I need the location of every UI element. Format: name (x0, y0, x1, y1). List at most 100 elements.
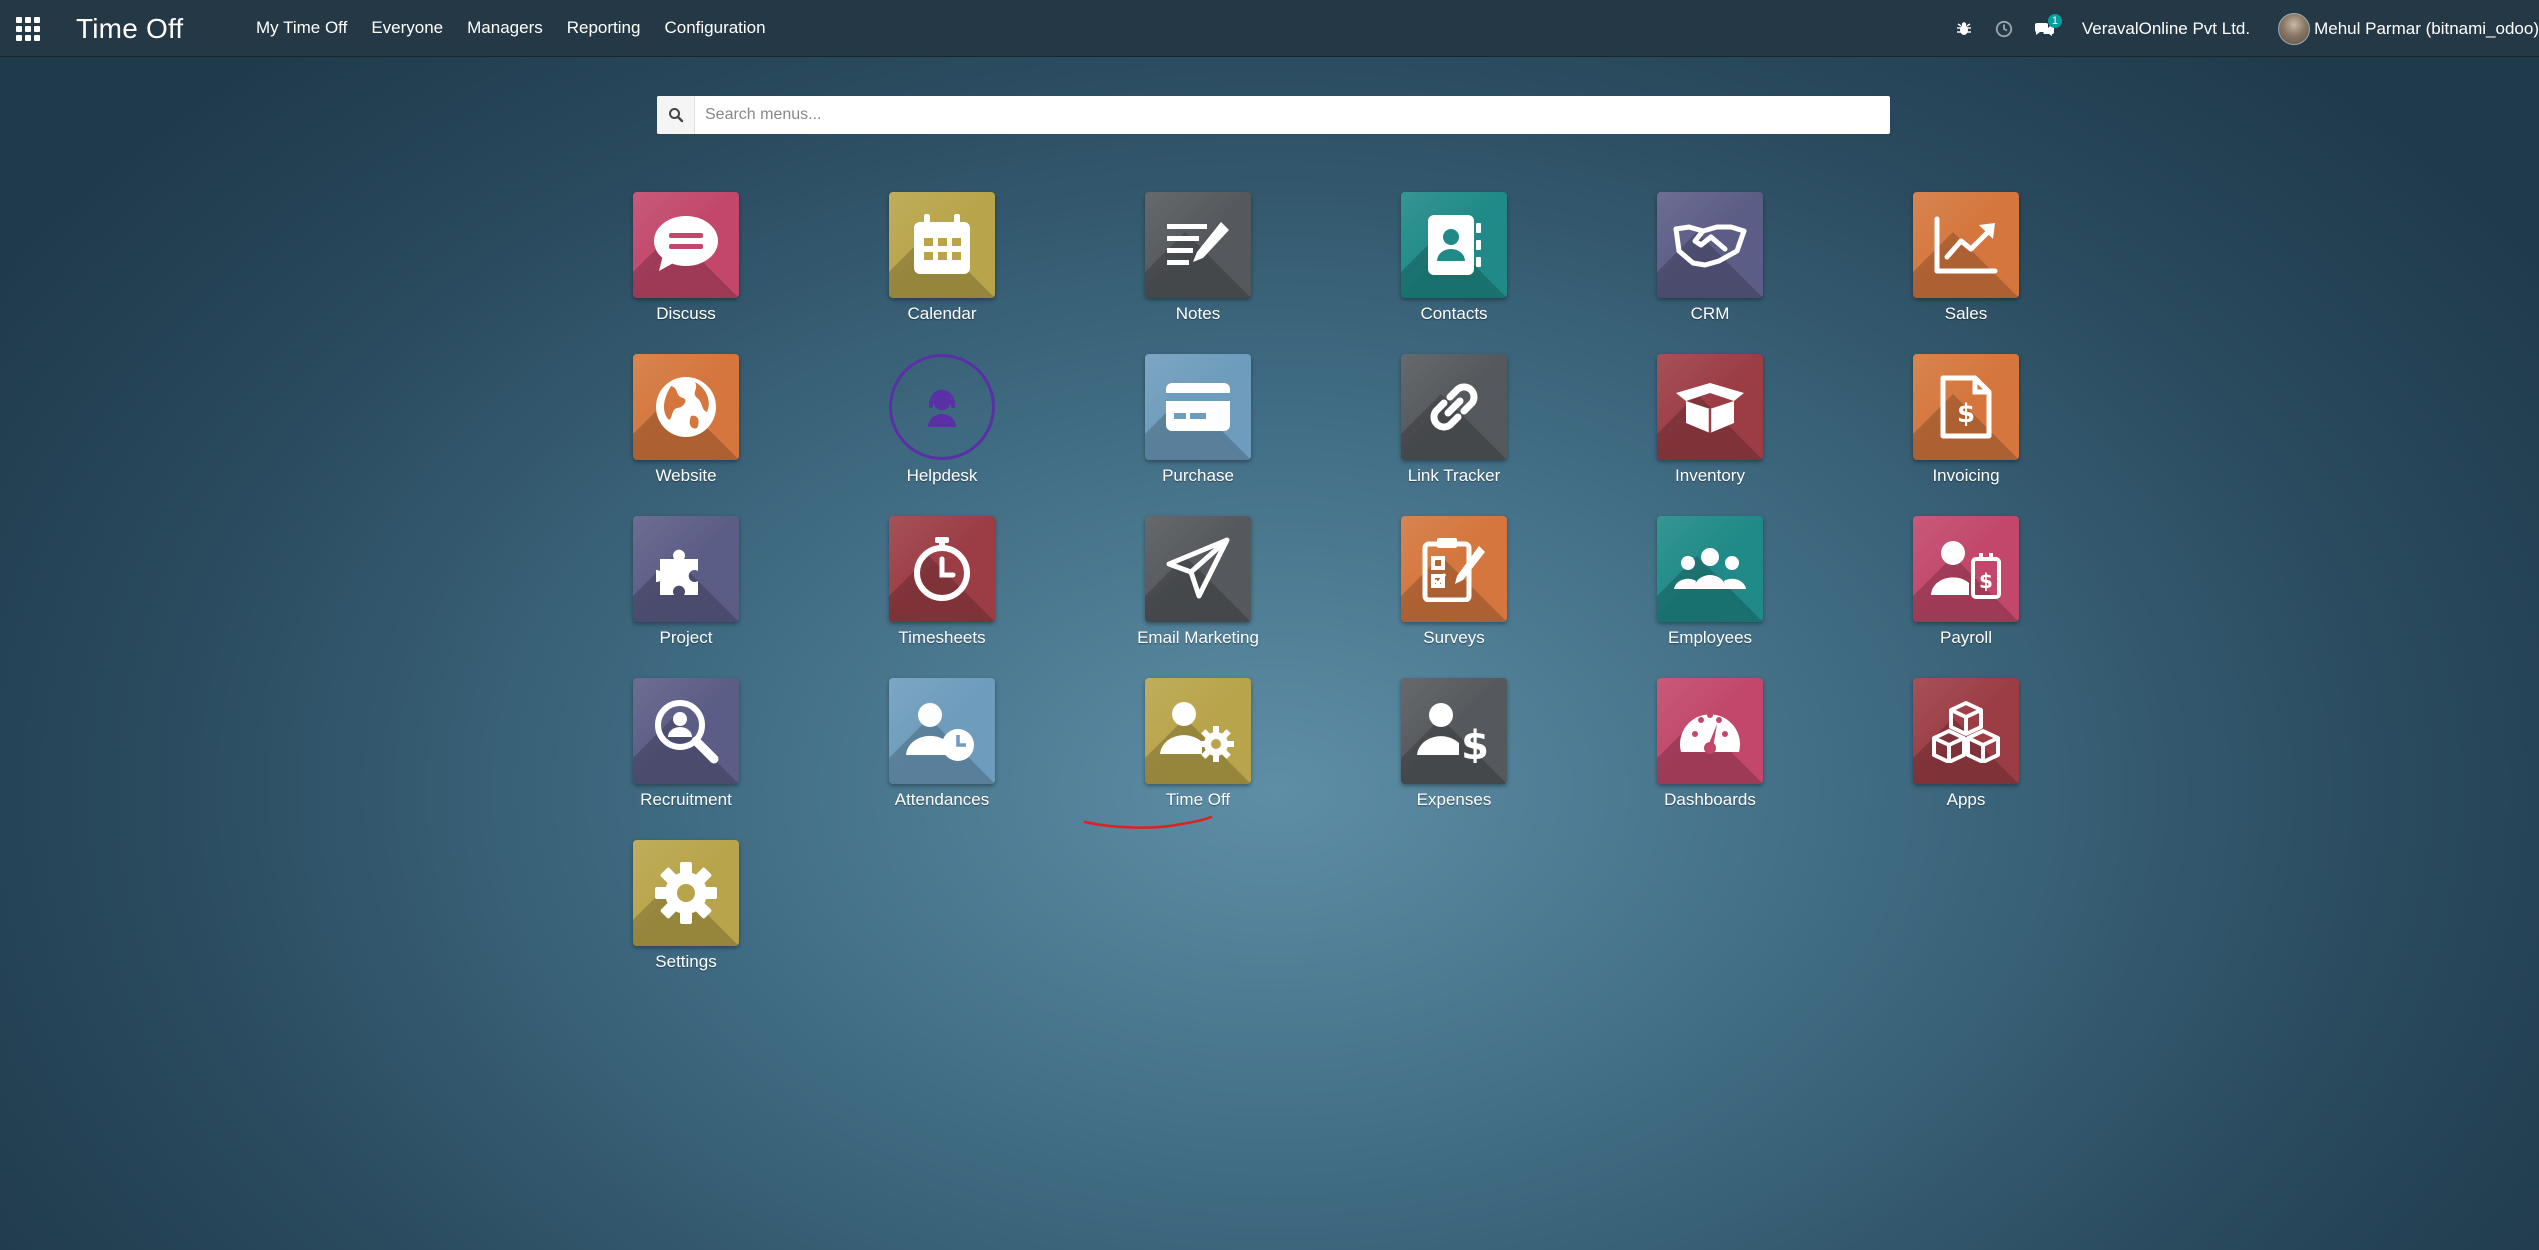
app-expenses[interactable]: $ Expenses (1326, 678, 1582, 840)
app-apps[interactable]: Apps (1838, 678, 2094, 840)
menu-search-bar (657, 96, 1890, 134)
app-label: Employees (1667, 628, 1753, 647)
app-tile (1657, 354, 1763, 460)
app-tile (889, 354, 995, 460)
notes-icon (1167, 222, 1229, 265)
bug-icon[interactable] (1944, 0, 1984, 57)
app-tile (1401, 192, 1507, 298)
app-sales[interactable]: Sales (1838, 192, 2094, 354)
app-tile (1145, 678, 1251, 784)
app-label: Helpdesk (906, 466, 978, 485)
menu-my-time-off[interactable]: My Time Off (256, 18, 359, 38)
paper-plane-icon (1166, 537, 1230, 599)
app-tile (633, 516, 739, 622)
app-tile (1145, 192, 1251, 298)
app-tile (1401, 516, 1507, 622)
user-menu[interactable]: Mehul Parmar (bitnami_odoo) (2278, 12, 2539, 45)
app-employees[interactable]: Employees (1582, 516, 1838, 678)
app-notes[interactable]: Notes (1070, 192, 1326, 354)
app-tile: $ (1401, 678, 1507, 784)
people-group-icon (1674, 548, 1746, 589)
systray: 1 VeravalOnline Pvt Ltd. Mehul Parmar (b… (1944, 0, 2539, 57)
app-label: Payroll (1940, 628, 1992, 647)
company-switcher[interactable]: VeravalOnline Pvt Ltd. (2082, 19, 2250, 39)
app-label: Recruitment (640, 790, 732, 809)
search-icon[interactable] (657, 96, 695, 134)
app-link-tracker[interactable]: Link Tracker (1326, 354, 1582, 516)
link-icon (1430, 383, 1478, 431)
svg-text:$: $ (1461, 723, 1489, 763)
app-tile (1401, 354, 1507, 460)
app-email-marketing[interactable]: Email Marketing (1070, 516, 1326, 678)
svg-text:$: $ (1957, 399, 1975, 429)
app-website[interactable]: Website (558, 354, 814, 516)
app-label: Purchase (1162, 466, 1234, 485)
user-dollar-icon: $ (1931, 541, 2001, 599)
app-label: Notes (1175, 304, 1221, 323)
app-attendances[interactable]: Attendances (814, 678, 1070, 840)
app-tile (1145, 516, 1251, 622)
trend-chart-icon (1934, 216, 1998, 274)
app-label: Surveys (1423, 628, 1485, 647)
app-label: CRM (1690, 304, 1730, 323)
app-label: Apps (1946, 790, 1986, 809)
app-tile (1913, 678, 2019, 784)
app-grid: Discuss Calendar Notes Contacts CRM Sale… (558, 192, 2094, 1002)
app-discuss[interactable]: Discuss (558, 192, 814, 354)
app-label: Link Tracker (1407, 466, 1501, 485)
app-label: Project (659, 628, 713, 647)
app-label: Inventory (1675, 466, 1745, 485)
headset-user-icon (928, 389, 956, 427)
app-tile (889, 678, 995, 784)
app-tile (889, 516, 995, 622)
app-helpdesk[interactable]: Helpdesk (814, 354, 1070, 516)
app-payroll[interactable]: $ Payroll (1838, 516, 2094, 678)
app-inventory[interactable]: Inventory (1582, 354, 1838, 516)
app-tile (1913, 192, 2019, 298)
invoice-dollar-icon: $ (1940, 375, 1992, 439)
app-label: Time Off (1165, 790, 1231, 809)
app-tile (1657, 516, 1763, 622)
handshake-icon (1673, 224, 1747, 268)
app-purchase[interactable]: Purchase (1070, 354, 1326, 516)
search-input[interactable] (695, 97, 1890, 133)
app-dashboards[interactable]: Dashboards (1582, 678, 1838, 840)
app-crm[interactable]: CRM (1582, 192, 1838, 354)
stopwatch-icon (914, 537, 970, 601)
credit-card-icon (1166, 383, 1230, 431)
app-label: Contacts (1420, 304, 1488, 323)
gauge-icon (1680, 712, 1740, 754)
app-surveys[interactable]: Surveys (1326, 516, 1582, 678)
app-title[interactable]: Time Off (76, 13, 183, 45)
menu-configuration[interactable]: Configuration (652, 18, 777, 38)
app-invoicing[interactable]: $ Invoicing (1838, 354, 2094, 516)
app-recruitment[interactable]: Recruitment (558, 678, 814, 840)
app-contacts[interactable]: Contacts (1326, 192, 1582, 354)
menu-everyone[interactable]: Everyone (359, 18, 455, 38)
app-tile: $ (1913, 354, 2019, 460)
menu-reporting[interactable]: Reporting (555, 18, 653, 38)
app-project[interactable]: Project (558, 516, 814, 678)
app-label: Attendances (894, 790, 990, 809)
user-clock-icon (906, 703, 974, 761)
app-settings[interactable]: Settings (558, 840, 814, 1002)
puzzle-icon (656, 549, 698, 595)
clipboard-check-icon (1422, 538, 1485, 602)
globe-icon (656, 377, 716, 437)
user-name: Mehul Parmar (bitnami_odoo) (2314, 18, 2539, 38)
user-dollar-sign-icon: $ (1417, 703, 1489, 763)
chat-messages-icon[interactable]: 1 (2024, 0, 2064, 57)
app-tile (889, 192, 995, 298)
app-label: Email Marketing (1137, 628, 1259, 647)
app-calendar[interactable]: Calendar (814, 192, 1070, 354)
app-label: Sales (1944, 304, 1988, 323)
menu-managers[interactable]: Managers (455, 18, 555, 38)
app-grid-toggle-icon[interactable] (16, 17, 40, 41)
app-label: Dashboards (1664, 790, 1756, 809)
address-book-icon (1428, 215, 1481, 275)
open-box-icon (1676, 383, 1744, 433)
activity-clock-icon[interactable] (1984, 0, 2024, 57)
app-timesheets[interactable]: Timesheets (814, 516, 1070, 678)
app-tile (633, 678, 739, 784)
main-menu: My Time Off Everyone Managers Reporting … (256, 18, 778, 38)
